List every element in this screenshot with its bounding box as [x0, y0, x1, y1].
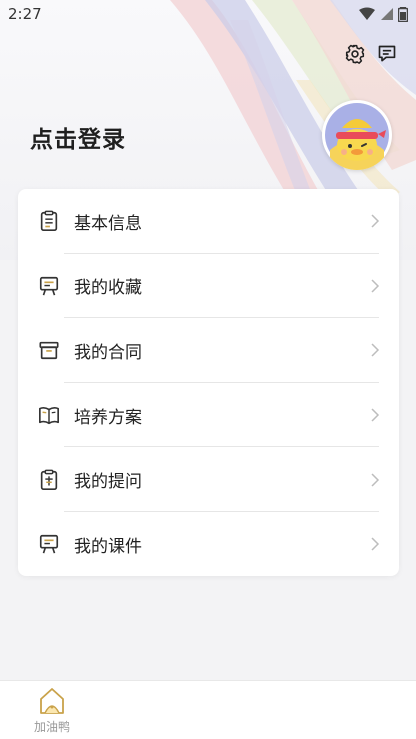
- clipboard-list-icon: [38, 210, 60, 232]
- avatar[interactable]: [322, 100, 392, 170]
- easel-icon: [38, 533, 60, 555]
- login-link[interactable]: 点击登录: [30, 120, 126, 154]
- clipboard-question-icon: [38, 469, 60, 491]
- chevron-right-icon: [371, 343, 380, 358]
- top-actions: [344, 43, 398, 65]
- menu-item-contracts[interactable]: 我的合同: [18, 318, 399, 383]
- chevron-right-icon: [371, 537, 380, 551]
- status-time: 2:27: [8, 5, 42, 23]
- menu-item-label: 培养方案: [74, 407, 142, 428]
- menu-item-training-plan[interactable]: 培养方案: [18, 383, 399, 448]
- box-icon: [38, 339, 60, 361]
- wifi-icon: [359, 7, 375, 20]
- menu-item-basic-info[interactable]: 基本信息: [18, 189, 399, 254]
- message-button[interactable]: [376, 43, 398, 65]
- duck-mascot-icon: [325, 103, 389, 170]
- tab-home-label: 加油鸭: [33, 720, 70, 734]
- chevron-right-icon: [371, 214, 380, 228]
- chevron-right-icon: [371, 279, 380, 293]
- gear-icon: [345, 44, 365, 64]
- message-icon: [378, 45, 396, 62]
- chevron-right-icon: [371, 408, 380, 422]
- bottom-tab-bar: 加油鸭: [0, 680, 416, 739]
- book-icon: [38, 404, 60, 426]
- duck-home-icon: [40, 688, 64, 714]
- menu-item-courseware[interactable]: 我的课件: [18, 512, 399, 577]
- signal-icon: [381, 8, 393, 20]
- menu-item-label: 我的课件: [74, 536, 142, 557]
- menu-item-label: 我的提问: [74, 472, 142, 493]
- easel-icon: [38, 275, 60, 297]
- menu-card: 基本信息 我的收藏 我的合同 培养方案 我的提问 我的课件: [18, 189, 399, 576]
- menu-item-favorites[interactable]: 我的收藏: [18, 254, 399, 319]
- settings-button[interactable]: [344, 43, 366, 65]
- menu-item-label: 我的合同: [74, 342, 142, 363]
- tab-home[interactable]: 加油鸭: [30, 687, 74, 735]
- status-icons: [358, 6, 408, 22]
- menu-item-label: 我的收藏: [74, 278, 142, 299]
- battery-icon: [398, 7, 408, 22]
- status-bar: 2:27: [0, 0, 416, 28]
- menu-item-questions[interactable]: 我的提问: [18, 447, 399, 512]
- menu-item-label: 基本信息: [74, 213, 142, 234]
- chevron-right-icon: [371, 473, 380, 487]
